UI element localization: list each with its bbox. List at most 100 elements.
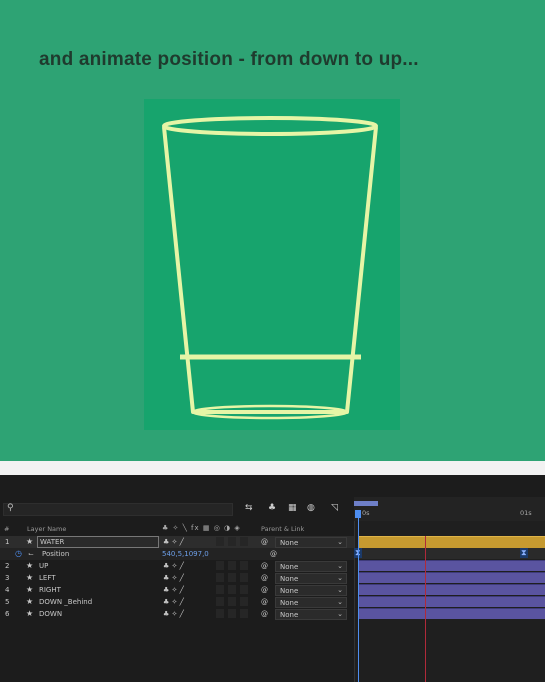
chevron-down-icon: ⌄: [337, 610, 343, 618]
layer-bar-left[interactable]: [358, 572, 545, 583]
switch-box[interactable]: [216, 561, 224, 570]
chevron-down-icon: ⌄: [337, 598, 343, 606]
layer-name-field[interactable]: WATER: [37, 536, 159, 548]
switch-box[interactable]: [240, 609, 248, 618]
video-frame: and animate position - from down to up..…: [0, 0, 545, 461]
layer-row-up[interactable]: 2 ★ UP ♣ ✧ ╱ @ None ⌄: [0, 560, 354, 572]
pickwhip-icon[interactable]: @: [261, 562, 268, 570]
layer-name[interactable]: DOWN: [39, 610, 62, 618]
layer-row-water[interactable]: 1 ★ WATER ♣ ✧ ╱ @ None ⌄: [0, 536, 354, 548]
switch-box[interactable]: [228, 609, 236, 618]
layer-switches[interactable]: ♣ ✧ ╱: [163, 562, 184, 570]
layer-name: WATER: [40, 538, 65, 546]
layer-bar-down[interactable]: [358, 608, 545, 619]
search-icon: ⚲: [7, 503, 14, 513]
layer-bar-down-behind[interactable]: [358, 596, 545, 607]
graph-icon[interactable]: ⌙: [28, 550, 34, 558]
switch-box[interactable]: [240, 573, 248, 582]
layer-name[interactable]: RIGHT: [39, 586, 61, 594]
switch-box[interactable]: [228, 561, 236, 570]
layer-bar-up[interactable]: [358, 560, 545, 571]
frame-blending-icon[interactable]: ▦: [288, 503, 297, 513]
star-icon: ★: [26, 573, 34, 582]
switch-box[interactable]: [228, 537, 236, 546]
layer-num: 3: [5, 574, 10, 582]
layer-switches[interactable]: ♣ ✧ ╱: [163, 574, 184, 582]
ruler-label-start: 0s: [362, 509, 370, 517]
pickwhip-icon[interactable]: @: [261, 586, 268, 594]
switch-box[interactable]: [228, 585, 236, 594]
star-icon: ★: [26, 609, 34, 618]
switch-box[interactable]: [216, 537, 224, 546]
header-num: #: [4, 525, 10, 533]
layer-row-right[interactable]: 4 ★ RIGHT ♣ ✧ ╱ @ None ⌄: [0, 584, 354, 596]
layer-name[interactable]: UP: [39, 562, 48, 570]
layer-name[interactable]: LEFT: [39, 574, 56, 582]
property-name: Position: [42, 550, 70, 558]
motion-blur-icon[interactable]: ◍: [307, 503, 315, 513]
glass-illustration: [162, 116, 378, 420]
parent-select[interactable]: None ⌄: [275, 609, 347, 620]
chevron-down-icon: ⌄: [337, 574, 343, 582]
layer-bar-water[interactable]: [358, 536, 545, 548]
property-row-position[interactable]: ◷ ⌙ Position 540,5,1097,0 @: [0, 548, 354, 560]
pickwhip-icon[interactable]: @: [261, 574, 268, 582]
layer-switches[interactable]: ♣ ✧ ╱: [163, 586, 184, 594]
time-marker-line: [425, 536, 426, 682]
parent-select[interactable]: None ⌄: [275, 537, 347, 548]
parent-select[interactable]: None ⌄: [275, 585, 347, 596]
layer-name[interactable]: DOWN _Behind: [39, 598, 92, 606]
pickwhip-icon[interactable]: @: [261, 598, 268, 606]
layer-row-left[interactable]: 3 ★ LEFT ♣ ✧ ╱ @ None ⌄: [0, 572, 354, 584]
stopwatch-icon[interactable]: ◷: [15, 549, 22, 558]
switch-box[interactable]: [216, 573, 224, 582]
composition-viewer: [144, 99, 400, 430]
work-area-bar[interactable]: [354, 501, 378, 506]
star-icon: ★: [26, 597, 34, 606]
chevron-down-icon: ⌄: [337, 586, 343, 594]
ruler-label-01s: 01s: [520, 509, 532, 517]
header-layer-name[interactable]: Layer Name: [27, 525, 66, 533]
switch-box[interactable]: [228, 597, 236, 606]
graph-editor-icon[interactable]: ◹: [331, 503, 338, 513]
switch-box[interactable]: [240, 561, 248, 570]
layer-num: 4: [5, 586, 10, 594]
layer-num: 2: [5, 562, 10, 570]
pickwhip-icon[interactable]: @: [261, 610, 268, 618]
pickwhip-icon[interactable]: @: [270, 550, 277, 558]
parent-select[interactable]: None ⌄: [275, 573, 347, 584]
layer-num: 5: [5, 598, 10, 606]
switch-box[interactable]: [240, 585, 248, 594]
layer-switches[interactable]: ♣ ✧ ╱: [163, 610, 184, 618]
keyframe-end[interactable]: ⧗: [520, 548, 528, 558]
shy-layers-icon[interactable]: ♣: [268, 503, 276, 513]
switch-box[interactable]: [216, 609, 224, 618]
timeline-ruler[interactable]: [354, 497, 545, 521]
layer-switches[interactable]: ♣ ✧ ╱: [163, 538, 184, 546]
layer-row-down-behind[interactable]: 5 ★ DOWN _Behind ♣ ✧ ╱ @ None ⌄: [0, 596, 354, 608]
header-row: # Layer Name ♣ ✧ ╲ fx ▦ ◎ ◑ ◈ Parent & L…: [0, 524, 354, 534]
comp-mini-flowchart-icon[interactable]: ⇆: [245, 503, 253, 513]
search-field[interactable]: ⚲: [3, 503, 233, 516]
switch-box[interactable]: [216, 585, 224, 594]
switch-box[interactable]: [216, 597, 224, 606]
playhead-line[interactable]: [358, 517, 359, 682]
parent-select[interactable]: None ⌄: [275, 561, 347, 572]
layer-num: 1: [5, 538, 10, 546]
layer-bar-right[interactable]: [358, 584, 545, 595]
divider: [0, 461, 545, 475]
header-parent[interactable]: Parent & Link: [261, 525, 304, 533]
glass-rim: [162, 116, 378, 136]
layer-switches[interactable]: ♣ ✧ ╱: [163, 598, 184, 606]
position-value[interactable]: 540,5,1097,0: [162, 550, 209, 558]
switch-box[interactable]: [240, 537, 248, 546]
layer-row-down[interactable]: 6 ★ DOWN ♣ ✧ ╱ @ None ⌄: [0, 608, 354, 620]
caption-text: and animate position - from down to up..…: [39, 49, 419, 70]
switch-box[interactable]: [240, 597, 248, 606]
layer-num: 6: [5, 610, 10, 618]
pickwhip-icon[interactable]: @: [261, 538, 268, 546]
parent-select[interactable]: None ⌄: [275, 597, 347, 608]
chevron-down-icon: ⌄: [337, 562, 343, 570]
switch-box[interactable]: [228, 573, 236, 582]
chevron-down-icon: ⌄: [337, 538, 343, 546]
